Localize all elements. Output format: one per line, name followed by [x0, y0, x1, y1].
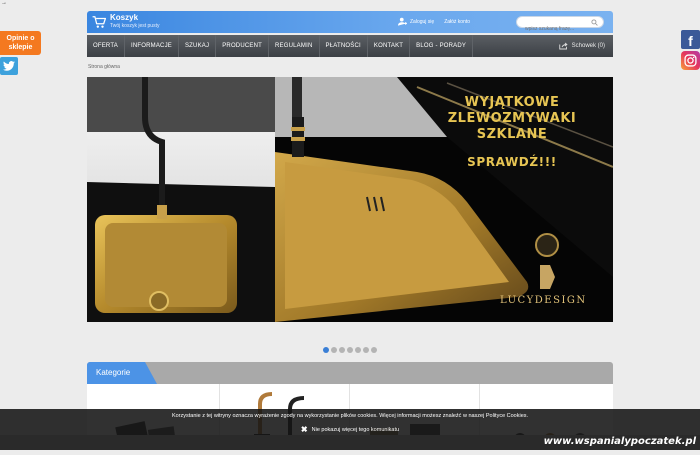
slider-dot[interactable]: [331, 347, 337, 353]
cookie-dismiss-label: Nie pokazuj więcej tego komunikatu: [311, 426, 400, 433]
twitter-icon[interactable]: [0, 57, 18, 75]
bottom-bar: www.wspanialypoczatek.pl: [0, 435, 700, 450]
slider-dot[interactable]: [339, 347, 345, 353]
corner-arrow-icon: →: [1, 0, 7, 6]
facebook-icon[interactable]: f: [681, 30, 700, 49]
cart[interactable]: Koszyk Twój koszyk jest pusty: [92, 13, 159, 31]
breadcrumb[interactable]: Strona główna: [88, 64, 120, 70]
categories-header: Kategorie: [87, 362, 613, 384]
slider-dot[interactable]: [355, 347, 361, 353]
slider-dot[interactable]: [323, 347, 329, 353]
schowek-label: Schowek (0): [571, 43, 605, 49]
close-icon: ✖: [300, 425, 308, 434]
cart-title: Koszyk: [110, 13, 139, 22]
slider-dots: [323, 347, 377, 353]
nav-item-regulamin[interactable]: REGULAMIN: [269, 35, 320, 57]
share-icon: [558, 42, 568, 50]
brand-logo: LUCYDESIGN: [500, 295, 587, 306]
banner-cta[interactable]: SPRAWDŹ!!!: [427, 155, 597, 169]
top-bar: Koszyk Twój koszyk jest pusty Zaloguj si…: [87, 11, 613, 34]
banner-line2: ZLEWOZMYWAKI: [447, 111, 577, 126]
nav-item-szukaj[interactable]: SZUKAJ: [179, 35, 217, 57]
nav-item-blog[interactable]: BLOG - PORADY: [410, 35, 474, 57]
opinie-button[interactable]: Opinie o sklepie: [0, 31, 41, 55]
slider-dot[interactable]: [347, 347, 353, 353]
search-icon[interactable]: [591, 19, 598, 26]
nav-item-informacje[interactable]: INFORMACJE: [125, 35, 179, 57]
user-icon: [398, 17, 407, 26]
schowek-link[interactable]: Schowek (0): [558, 35, 613, 57]
slider-dot[interactable]: [363, 347, 369, 353]
cart-icon: [92, 16, 106, 28]
instagram-icon[interactable]: [681, 51, 700, 70]
search-input[interactable]: [517, 24, 585, 34]
register-link[interactable]: Załóż konto: [444, 19, 470, 25]
nav-item-kontakt[interactable]: KONTAKT: [368, 35, 411, 57]
account-links: Zaloguj się Załóż konto: [398, 17, 470, 26]
hero-banner[interactable]: WYJĄTKOWE ZLEWOZMYWAKI SZKLANE SPRAWDŹ!!…: [87, 77, 613, 322]
slider-dot[interactable]: [371, 347, 377, 353]
banner-line3: SZKLANE: [476, 127, 548, 142]
banner-line1: WYJĄTKOWE: [464, 95, 560, 110]
cookie-banner: Korzystanie z tej witryny oznacza wyraże…: [0, 409, 700, 435]
cart-subtitle: Twój koszyk jest pusty: [110, 23, 160, 29]
nav-item-producent[interactable]: PRODUCENT: [216, 35, 270, 57]
main-nav: OFERTA INFORMACJE SZUKAJ PRODUCENT REGUL…: [87, 35, 613, 57]
categories-title: Kategorie: [87, 362, 157, 384]
cookie-dismiss-button[interactable]: ✖ Nie pokazuj więcej tego komunikatu: [301, 425, 399, 434]
cookie-text: Korzystanie z tej witryny oznacza wyraże…: [171, 413, 529, 419]
banner-text: WYJĄTKOWE ZLEWOZMYWAKI SZKLANE SPRAWDŹ!!…: [427, 95, 597, 169]
search-box: [516, 16, 604, 34]
nav-item-platnosci[interactable]: PŁATNOŚCI: [320, 35, 368, 57]
nav-item-oferta[interactable]: OFERTA: [87, 35, 125, 57]
watermark: www.wspanialypoczatek.pl: [543, 436, 696, 447]
login-link[interactable]: Zaloguj się: [410, 19, 434, 25]
